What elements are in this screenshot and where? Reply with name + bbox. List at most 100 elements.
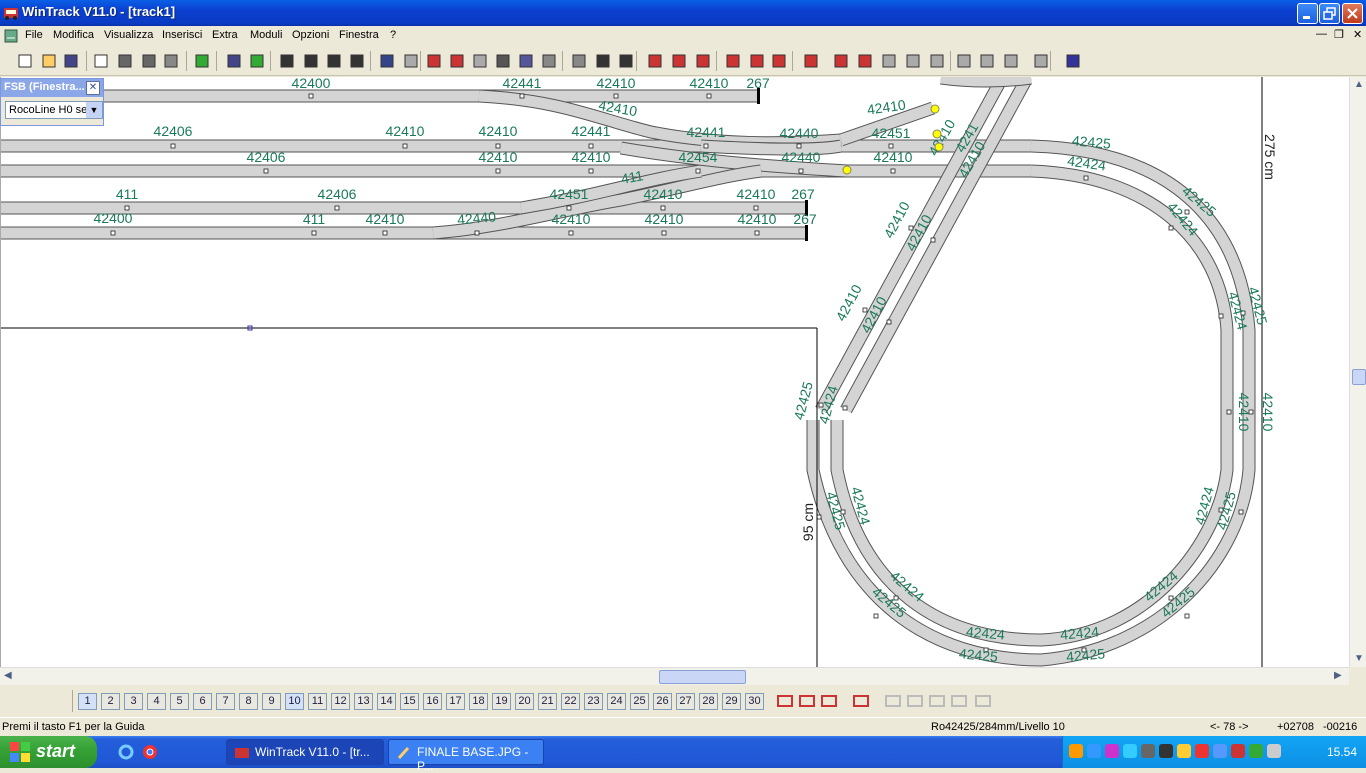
track-joint-marker[interactable]: [842, 405, 848, 411]
tray-icon-8[interactable]: [1195, 744, 1209, 758]
toolbar-tool-27-icon[interactable]: [670, 52, 688, 70]
layer-button-20[interactable]: 20: [515, 693, 534, 710]
track-joint-marker[interactable]: [660, 205, 666, 211]
layer-tool-1-icon[interactable]: [776, 692, 794, 710]
menu-help[interactable]: ?: [390, 29, 396, 41]
layer-button-6[interactable]: 6: [193, 693, 212, 710]
toolbar-tool-38-icon[interactable]: [955, 52, 973, 70]
layer-tool-6-icon[interactable]: [906, 692, 924, 710]
toolbar-tool-37-icon[interactable]: [928, 52, 946, 70]
toolbar-tool-10-icon[interactable]: [248, 52, 266, 70]
layer-button-15[interactable]: 15: [400, 693, 419, 710]
track-segment[interactable]: [940, 77, 1032, 87]
chevron-down-icon[interactable]: ▼: [86, 102, 102, 118]
layer-tool-9-icon[interactable]: [974, 692, 992, 710]
toolbar-tool-15-icon[interactable]: [378, 52, 396, 70]
track-joint-marker[interactable]: [402, 143, 408, 149]
tray-icon-2[interactable]: [1087, 744, 1101, 758]
track-end-marker[interactable]: [932, 129, 942, 139]
vertical-scroll-thumb[interactable]: [1352, 369, 1366, 385]
toolbar-tool-26-icon[interactable]: [646, 52, 664, 70]
toolbar-tool-20-icon[interactable]: [494, 52, 512, 70]
layer-button-28[interactable]: 28: [699, 693, 718, 710]
track-joint-marker[interactable]: [588, 143, 594, 149]
track-joint-marker[interactable]: [1168, 225, 1174, 231]
menu-moduli[interactable]: Moduli: [250, 29, 282, 41]
layer-button-8[interactable]: 8: [239, 693, 258, 710]
track-end-marker[interactable]: [934, 142, 944, 152]
vertical-scrollbar[interactable]: ▲ ▼: [1349, 77, 1366, 667]
layer-button-3[interactable]: 3: [124, 693, 143, 710]
layer-button-14[interactable]: 14: [377, 693, 396, 710]
layer-button-17[interactable]: 17: [446, 693, 465, 710]
track-joint-marker[interactable]: [495, 168, 501, 174]
ie-icon[interactable]: [118, 744, 134, 763]
track-joint-marker[interactable]: [110, 230, 116, 236]
track-joint-marker[interactable]: [1083, 175, 1089, 181]
track-joint-marker[interactable]: [568, 230, 574, 236]
layer-button-24[interactable]: 24: [607, 693, 626, 710]
toolbar-tool-22-icon[interactable]: [540, 52, 558, 70]
toolbar-tool-8-icon[interactable]: [193, 52, 211, 70]
tray-icon-12[interactable]: [1267, 744, 1281, 758]
track-joint-marker[interactable]: [263, 168, 269, 174]
track-joint-marker[interactable]: [816, 514, 822, 520]
horizontal-scrollbar[interactable]: ◀ ▶: [0, 667, 1349, 685]
menu-opzioni[interactable]: Opzioni: [292, 29, 329, 41]
layer-button-1[interactable]: 1: [78, 693, 97, 710]
toolbar-tool-40-icon[interactable]: [1002, 52, 1020, 70]
toolbar-tool-7-icon[interactable]: [162, 52, 180, 70]
tray-icon-1[interactable]: [1069, 744, 1083, 758]
toolbar-tool-4-icon[interactable]: [92, 52, 110, 70]
chrome-icon[interactable]: [142, 744, 158, 763]
layer-button-26[interactable]: 26: [653, 693, 672, 710]
layer-button-7[interactable]: 7: [216, 693, 235, 710]
toolbar-tool-30-icon[interactable]: [748, 52, 766, 70]
menu-extra[interactable]: Extra: [212, 29, 238, 41]
task-paint[interactable]: FINALE BASE.JPG - P...: [388, 739, 544, 773]
track-joint-marker[interactable]: [1218, 313, 1224, 319]
toolbar-tool-11-icon[interactable]: [278, 52, 296, 70]
track-joint-marker[interactable]: [170, 143, 176, 149]
layer-tool-5-icon[interactable]: [884, 692, 902, 710]
mdi-close-button[interactable]: ✕: [1353, 28, 1362, 41]
track-end-marker[interactable]: [842, 165, 852, 175]
menu-visualizza[interactable]: Visualizza: [104, 29, 153, 41]
toolbar-tool-39-icon[interactable]: [978, 52, 996, 70]
track-joint-marker[interactable]: [753, 205, 759, 211]
track-layout-drawing[interactable]: 42400 42441 42410 42410 267 42410 42410 42406 42…: [1, 77, 1350, 667]
layer-button-21[interactable]: 21: [538, 693, 557, 710]
track-end-marker[interactable]: [930, 104, 940, 114]
close-button[interactable]: [1342, 3, 1363, 24]
layer-tool-2-icon[interactable]: [798, 692, 816, 710]
toolbar-tool-24-icon[interactable]: [594, 52, 612, 70]
toolbar-tool-21-icon[interactable]: [517, 52, 535, 70]
track-joint-marker[interactable]: [308, 93, 314, 99]
document-icon[interactable]: [3, 28, 19, 47]
track-joint-marker[interactable]: [519, 93, 525, 99]
track-joint-marker[interactable]: [566, 205, 572, 211]
toolbar-tool-34-icon[interactable]: [856, 52, 874, 70]
track-joint-marker[interactable]: [873, 613, 879, 619]
track-joint-marker[interactable]: [382, 230, 388, 236]
menu-inserisci[interactable]: Inserisci: [162, 29, 202, 41]
layer-button-16[interactable]: 16: [423, 693, 442, 710]
restore-button[interactable]: [1319, 3, 1340, 24]
toolbar-tool-14-icon[interactable]: [348, 52, 366, 70]
track-joint-marker[interactable]: [706, 93, 712, 99]
track-joint-marker[interactable]: [886, 319, 892, 325]
track-joint-marker[interactable]: [1238, 509, 1244, 515]
track-joint-marker[interactable]: [703, 143, 709, 149]
toolbar-tool-31-icon[interactable]: [770, 52, 788, 70]
toolbar-tool-41-icon[interactable]: [1032, 52, 1050, 70]
scroll-down-icon[interactable]: ▼: [1354, 653, 1364, 664]
track-joint-marker[interactable]: [1226, 409, 1232, 415]
toolbar-tool-32-icon[interactable]: [802, 52, 820, 70]
toolbar-tool-1-icon[interactable]: [16, 52, 34, 70]
toolbar-tool-42-icon[interactable]: [1064, 52, 1082, 70]
track-joint-marker[interactable]: [588, 168, 594, 174]
track-joint-marker[interactable]: [798, 168, 804, 174]
track-joint-marker[interactable]: [613, 93, 619, 99]
toolbar-tool-16-icon[interactable]: [402, 52, 420, 70]
tray-icon-11[interactable]: [1249, 744, 1263, 758]
